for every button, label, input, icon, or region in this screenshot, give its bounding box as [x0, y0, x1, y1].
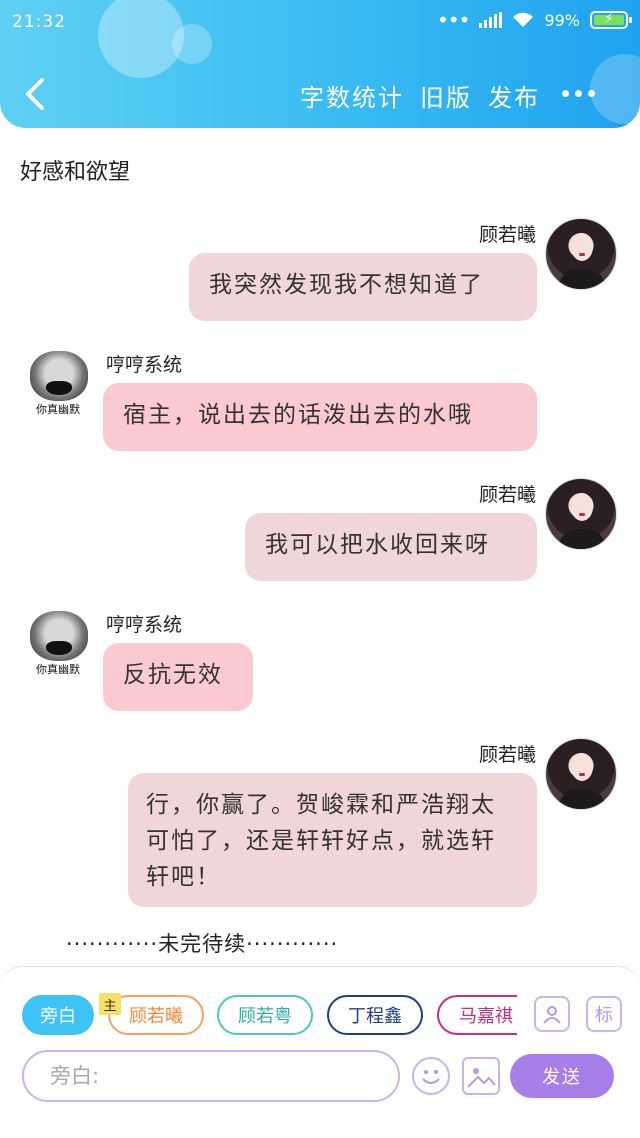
label-icon[interactable]: 标 — [586, 996, 622, 1032]
story-title: 好感和欲望 — [20, 160, 131, 185]
wifi-icon — [513, 12, 534, 27]
speaker-name: 顾若曦 — [478, 224, 536, 246]
message-bubble[interactable]: 宿主，说出去的话泼出去的水哦 — [103, 383, 537, 451]
status-icons: ••• 99% ⚡ — [437, 8, 632, 32]
battery-icon: ⚡ — [590, 11, 632, 29]
person-card-icon[interactable] — [534, 996, 570, 1032]
speaker-name: 哼哼系统 — [106, 354, 183, 376]
publish-button[interactable]: 发布 — [488, 78, 540, 113]
main-character-badge: 主 — [99, 993, 121, 1015]
avatar[interactable] — [545, 218, 617, 290]
message-bubble[interactable]: 行，你赢了。贺峻霖和严浩翔太可怕了，还是轩轩好点，就选轩轩吧！ — [128, 773, 537, 907]
speaker-name: 顾若曦 — [478, 744, 536, 766]
avatar[interactable]: 你真幽默 — [22, 347, 94, 419]
back-arrow-icon[interactable] — [20, 76, 50, 112]
chip-character[interactable]: 丁程鑫 — [327, 995, 423, 1035]
message-input[interactable] — [24, 1052, 398, 1100]
chip-character[interactable]: 顾若粤 — [217, 995, 313, 1035]
speaker-name: 顾若曦 — [478, 484, 536, 506]
wordcount-button[interactable]: 字数统计 — [300, 78, 404, 113]
header-bubble-decoration — [172, 24, 212, 64]
send-button[interactable]: 发送 — [510, 1054, 614, 1098]
more-signal-icon: ••• — [437, 8, 470, 32]
chip-character[interactable]: 马嘉祺 — [437, 995, 517, 1035]
image-icon[interactable] — [462, 1057, 500, 1095]
status-time: 21:32 — [12, 12, 66, 32]
chip-narrator[interactable]: 旁白 — [22, 995, 94, 1035]
chip-character[interactable]: 顾若曦 — [108, 995, 204, 1035]
speaker-name: 哼哼系统 — [106, 614, 183, 636]
message-bubble[interactable]: 我可以把水收回来呀 — [245, 513, 537, 581]
old-version-button[interactable]: 旧版 — [420, 78, 472, 113]
more-dots-icon[interactable] — [562, 90, 595, 97]
avatar-caption: 你真幽默 — [36, 403, 80, 416]
message-bubble[interactable]: 我突然发现我不想知道了 — [189, 253, 537, 321]
battery-percent: 99% — [544, 10, 580, 30]
message-bubble[interactable]: 反抗无效 — [103, 643, 253, 711]
message-input-wrapper — [22, 1050, 400, 1102]
header-bubble-decoration — [590, 54, 640, 124]
avatar[interactable]: 你真幽默 — [22, 607, 94, 679]
header-bubble-decoration — [98, 0, 184, 78]
top-header: 21:32 ••• 99% ⚡ 字数统计 旧版 发布 — [0, 0, 640, 128]
signal-icon — [479, 12, 503, 28]
avatar[interactable] — [545, 738, 617, 810]
avatar-caption: 你真幽默 — [36, 663, 80, 676]
avatar[interactable] — [545, 478, 617, 550]
to-be-continued: ············未完待续············ — [66, 932, 339, 956]
emoji-icon[interactable] — [412, 1057, 450, 1095]
